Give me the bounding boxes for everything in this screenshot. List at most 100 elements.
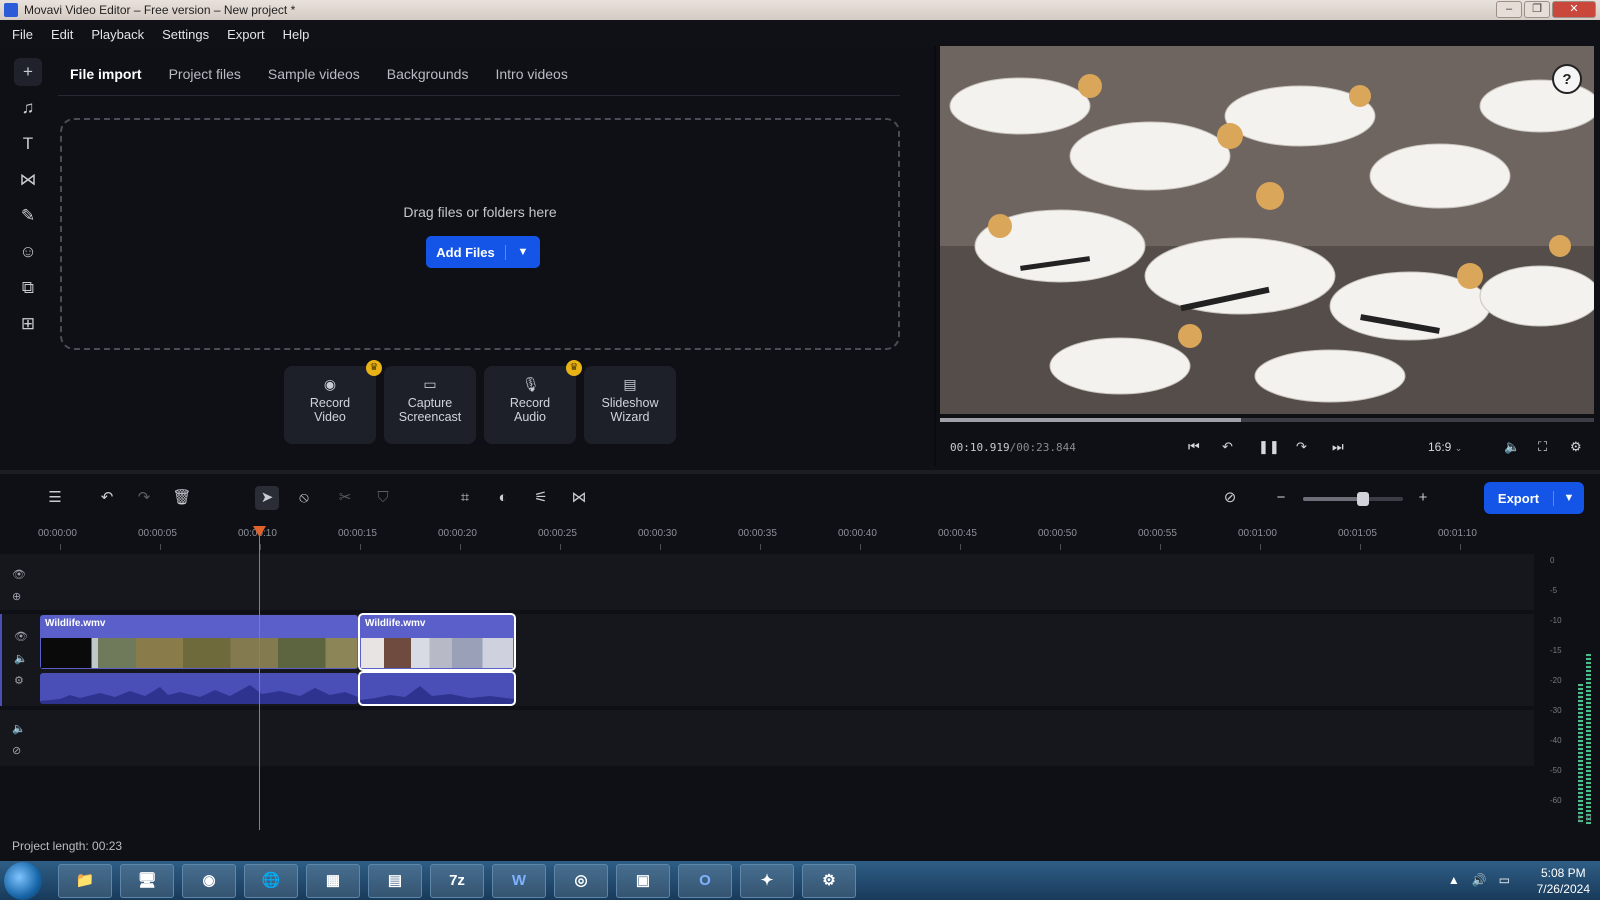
tray-network-icon[interactable]: ▭	[1499, 873, 1510, 887]
music-icon[interactable]: ♫	[14, 94, 42, 122]
outlook-icon[interactable]: O	[678, 864, 732, 898]
timecode: 00:10.919/00:23.844	[950, 441, 1076, 454]
tab-intro-videos[interactable]: Intro videos	[495, 66, 567, 82]
skip-start-icon[interactable]: ⏮	[1188, 439, 1200, 455]
timeline-ruler[interactable]: 00:00:0000:00:0500:00:1000:00:1500:00:20…	[0, 520, 1540, 550]
computer-icon[interactable]: 🖥	[120, 864, 174, 898]
obs-icon[interactable]: ◎	[554, 864, 608, 898]
unlink-icon[interactable]: ⊘	[12, 744, 21, 757]
transition-wizard-icon[interactable]: ⋈	[567, 486, 591, 510]
eye-icon[interactable]: 👁	[12, 568, 26, 581]
capture-screencast-button[interactable]: ▭ Capture Screencast	[384, 366, 476, 444]
7zip-icon[interactable]: 7z	[430, 864, 484, 898]
maximize-icon[interactable]: ❐	[1524, 1, 1550, 18]
menu-help[interactable]: Help	[283, 27, 310, 42]
video-clip[interactable]: Wildlife.wmv	[40, 615, 358, 669]
menu-export[interactable]: Export	[227, 27, 265, 42]
browser-icon[interactable]: ◉	[182, 864, 236, 898]
menu-playback[interactable]: Playback	[91, 27, 144, 42]
close-icon[interactable]: ✕	[1552, 1, 1596, 18]
help-icon[interactable]: ?	[1552, 64, 1582, 94]
slideshow-wizard-button[interactable]: ▤ Slideshow Wizard	[584, 366, 676, 444]
fullscreen-icon[interactable]: ⛶	[1538, 439, 1547, 455]
tab-sample-videos[interactable]: Sample videos	[268, 66, 360, 82]
speaker-icon[interactable]: 🔈	[12, 722, 26, 735]
tab-file-import[interactable]: File import	[70, 66, 142, 82]
word-icon[interactable]: W	[492, 864, 546, 898]
meter-scale-label: -40	[1550, 736, 1562, 745]
globe-app-icon[interactable]: 🌐	[244, 864, 298, 898]
more-tools-grid-icon[interactable]: ⊞	[14, 310, 42, 338]
export-button[interactable]: Export ▼	[1484, 482, 1584, 514]
record-video-button[interactable]: ◉ Record Video ♛	[284, 360, 382, 444]
titles-text-icon[interactable]: T	[14, 130, 42, 158]
tab-project-files[interactable]: Project files	[169, 66, 241, 82]
zoom-in-icon[interactable]: +	[1411, 486, 1435, 510]
eye-icon[interactable]: 👁	[14, 630, 28, 643]
color-adjust-icon[interactable]: ◐	[491, 486, 515, 510]
ruler-label: 00:00:00	[38, 528, 77, 539]
link-audio-icon[interactable]: ⊘	[1218, 486, 1242, 510]
menu-settings[interactable]: Settings	[162, 27, 209, 42]
audio-clip-selected[interactable]	[358, 671, 516, 706]
minecraft-icon[interactable]: ▣	[616, 864, 670, 898]
playhead-line[interactable]	[259, 528, 260, 830]
drop-zone[interactable]: Drag files or folders here Add Files ▼	[60, 118, 900, 350]
audio-clip[interactable]	[40, 673, 358, 704]
speaker-icon[interactable]: 🔈	[14, 652, 28, 665]
zoom-out-icon[interactable]: −	[1269, 486, 1293, 510]
stickers-smiley-icon[interactable]: ☺	[14, 238, 42, 266]
link-icon[interactable]: ⊕	[12, 590, 21, 603]
tab-backgrounds[interactable]: Backgrounds	[387, 66, 469, 82]
transitions-icon[interactable]: ⋈	[14, 166, 42, 194]
menu-bar: File Edit Playback Settings Export Help	[0, 20, 1600, 48]
import-plus-icon[interactable]: +	[14, 58, 42, 86]
start-button-icon[interactable]	[4, 862, 42, 900]
marker-shield-icon[interactable]: ⛉	[371, 486, 395, 510]
record-audio-button[interactable]: 🎙 Record Audio ♛	[484, 360, 582, 444]
select-pointer-icon[interactable]: ➤	[255, 486, 279, 510]
tray-arrow-icon[interactable]: ▲	[1448, 873, 1460, 887]
export-label[interactable]: Export	[1484, 490, 1554, 506]
elements-icon[interactable]: ⧉	[14, 274, 42, 302]
volume-icon[interactable]: 🔈	[1504, 439, 1520, 455]
windows-app-icon[interactable]: ▦	[306, 864, 360, 898]
effects-wand-icon[interactable]: ✎	[14, 202, 42, 230]
add-track-icon[interactable]: ☰	[43, 486, 67, 510]
delete-trash-icon[interactable]: 🗑	[170, 486, 194, 510]
audio-level-meter: 0 -5 -10 -15 -20 -30 -40 -50 -60 L R	[1536, 556, 1596, 826]
add-files-button[interactable]: Add Files ▼	[426, 236, 540, 268]
steam-icon[interactable]: ⚙	[802, 864, 856, 898]
settings-gear-icon[interactable]: ⚙	[1570, 439, 1582, 455]
clip-thumbnails	[41, 638, 357, 668]
chevron-down-icon[interactable]: ▼	[506, 246, 540, 258]
aspect-ratio-select[interactable]: 16:9 ⌄	[1428, 440, 1462, 454]
zoom-slider-handle[interactable]	[1357, 492, 1369, 506]
pause-icon[interactable]: ❚❚	[1258, 439, 1280, 455]
audio-settings-icon[interactable]: ⚙	[14, 674, 24, 687]
movavi-taskbar-icon[interactable]: ✦	[740, 864, 794, 898]
file-explorer-icon[interactable]: 📁	[58, 864, 112, 898]
drive-app-icon[interactable]: ▤	[368, 864, 422, 898]
video-preview[interactable]: ?	[940, 46, 1594, 414]
chevron-down-icon[interactable]: ▼	[1554, 492, 1584, 504]
minimize-icon[interactable]: –	[1496, 1, 1522, 18]
tray-volume-icon[interactable]: 🔊	[1472, 873, 1487, 887]
razor-mode-icon[interactable]: ⦸	[292, 486, 316, 510]
preview-scrubber[interactable]	[940, 418, 1594, 422]
menu-edit[interactable]: Edit	[51, 27, 73, 42]
undo-icon[interactable]: ↶	[95, 486, 119, 510]
video-clip-selected[interactable]: Wildlife.wmv	[358, 613, 516, 671]
redo-icon[interactable]: ↷	[132, 486, 156, 510]
crop-icon[interactable]: ⌗	[453, 486, 477, 510]
cut-scissors-icon[interactable]: ✂	[333, 486, 357, 510]
step-back-icon[interactable]: ↶	[1222, 439, 1233, 455]
panel-splitter[interactable]	[0, 470, 1600, 474]
clock[interactable]: 5:08 PM 7/26/2024	[1537, 865, 1590, 897]
clip-properties-icon[interactable]: ⚟	[529, 486, 553, 510]
ruler-tick	[660, 544, 661, 550]
step-forward-icon[interactable]: ↷	[1296, 439, 1307, 455]
add-files-label[interactable]: Add Files	[426, 244, 506, 260]
menu-file[interactable]: File	[12, 27, 33, 42]
skip-end-icon[interactable]: ⏭	[1332, 439, 1344, 455]
